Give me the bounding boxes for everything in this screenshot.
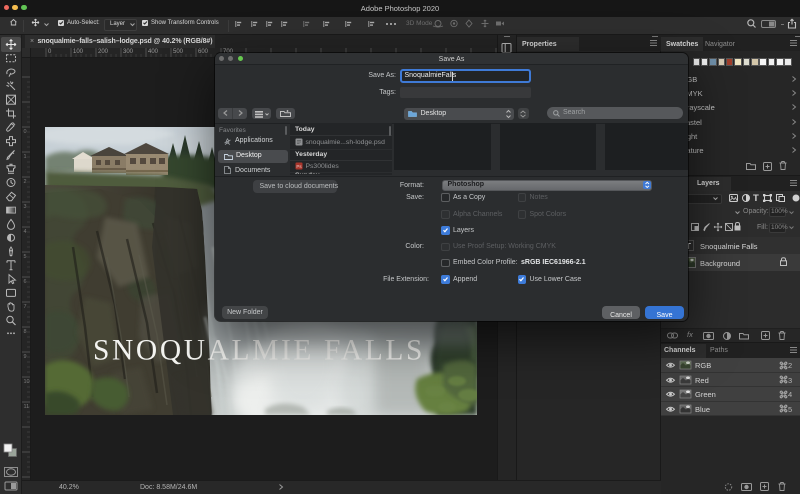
svg-text:Ps: Ps (296, 164, 302, 169)
svg-text:SNOQUALMIE FALLS: SNOQUALMIE FALLS (93, 335, 425, 367)
